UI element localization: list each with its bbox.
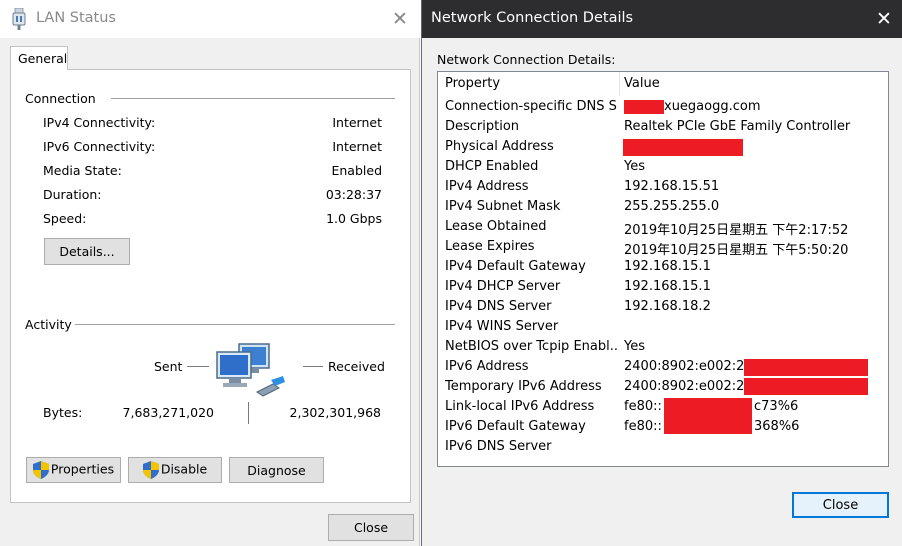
close-icon[interactable]: ✕ [866, 4, 902, 34]
value-cell[interactable]: 255.255.255.0 [624, 199, 719, 214]
value-cell-tail[interactable]: 368%6 [754, 419, 799, 434]
column-header-value[interactable]: Value [624, 76, 660, 91]
property-cell[interactable]: IPv6 DNS Server [445, 439, 617, 454]
redaction-box [624, 100, 664, 114]
property-cell[interactable]: Lease Expires [445, 239, 617, 254]
lan-status-titlebar[interactable]: LAN Status ✕ [0, 0, 420, 38]
value-cell[interactable]: fe80:: [624, 419, 662, 434]
ipv6-connectivity-value: Internet [332, 139, 382, 154]
close-icon[interactable]: ✕ [382, 4, 418, 34]
redaction-box [664, 398, 752, 434]
speed-label: Speed: [43, 211, 87, 226]
uac-shield-icon [142, 461, 159, 479]
details-close-button[interactable]: Close [792, 492, 889, 518]
value-cell[interactable]: 192.168.15.1 [624, 259, 711, 274]
diagnose-button[interactable]: Diagnose [229, 457, 324, 483]
ipv4-connectivity-value: Internet [332, 115, 382, 130]
redaction-box [623, 139, 743, 156]
property-cell[interactable]: Physical Address [445, 139, 617, 154]
window-title: Network Connection Details [431, 10, 634, 26]
activity-bytes-divider [248, 402, 249, 424]
sent-dash [187, 366, 209, 367]
uac-shield-icon [32, 461, 49, 479]
connection-heading: Connection [25, 91, 96, 106]
general-tab-panel: Connection IPv4 Connectivity: Internet I… [10, 69, 411, 503]
property-cell[interactable]: NetBIOS over Tcpip Enabl... [445, 339, 617, 354]
value-cell[interactable]: 2019年10月25日星期五 下午2:17:52 [624, 219, 848, 238]
value-cell[interactable]: 192.168.18.2 [624, 299, 711, 314]
value-cell[interactable]: xuegaogg.com [664, 99, 761, 114]
network-activity-icon [216, 343, 285, 397]
window-title: LAN Status [36, 10, 116, 26]
property-cell[interactable]: IPv4 WINS Server [445, 319, 617, 334]
media-state-label: Media State: [43, 163, 122, 178]
property-cell[interactable]: IPv4 Subnet Mask [445, 199, 617, 214]
value-cell[interactable]: 192.168.15.1 [624, 279, 711, 294]
value-cell[interactable]: Realtek PCIe GbE Family Controller [624, 119, 850, 134]
value-cell[interactable]: 192.168.15.51 [624, 179, 719, 194]
connection-divider [111, 98, 395, 99]
value-cell[interactable]: fe80:: [624, 399, 662, 414]
duration-value: 03:28:37 [325, 187, 382, 202]
activity-heading: Activity [25, 317, 72, 332]
details-list[interactable]: Property Value Connection-specific DNS S… [437, 71, 889, 467]
value-cell[interactable]: Yes [624, 339, 645, 354]
network-connection-details-window: Network Connection Details ✕ Network Con… [421, 0, 902, 546]
disable-button-label: Disable [160, 461, 208, 477]
property-cell[interactable]: Temporary IPv6 Address [445, 379, 617, 394]
property-cell[interactable]: Description [445, 119, 617, 134]
property-cell[interactable]: DHCP Enabled [445, 159, 617, 174]
column-header-property[interactable]: Property [445, 76, 500, 91]
bytes-received-value: 2,302,301,968 [289, 405, 381, 420]
details-button[interactable]: Details... [44, 238, 130, 265]
ipv6-connectivity-label: IPv6 Connectivity: [43, 139, 156, 154]
value-cell[interactable]: 2400:8902:e002:2b [624, 379, 753, 394]
ipv4-connectivity-label: IPv4 Connectivity: [43, 115, 156, 130]
activity-divider [75, 324, 395, 325]
value-cell[interactable]: 2400:8902:e002:2b [624, 359, 753, 374]
value-cell-tail[interactable]: c73%6 [754, 399, 798, 414]
properties-button[interactable]: Properties [26, 457, 121, 483]
speed-value: 1.0 Gbps [326, 211, 382, 226]
property-cell[interactable]: Link-local IPv6 Address [445, 399, 617, 414]
redaction-box [744, 378, 868, 395]
value-cell[interactable]: 2019年10月25日星期五 下午5:50:20 [624, 239, 848, 258]
media-state-value: Enabled [331, 163, 382, 178]
property-cell[interactable]: IPv4 DHCP Server [445, 279, 617, 294]
redaction-box [744, 359, 868, 376]
details-subtitle: Network Connection Details: [437, 52, 616, 67]
property-cell[interactable]: Connection-specific DNS S... [445, 99, 617, 114]
property-cell[interactable]: IPv6 Address [445, 359, 617, 374]
close-button[interactable]: Close [328, 514, 414, 541]
network-adapter-icon [12, 8, 26, 30]
disable-button[interactable]: Disable [128, 457, 222, 483]
details-titlebar[interactable]: Network Connection Details ✕ [422, 0, 902, 38]
value-cell[interactable]: Yes [624, 159, 645, 174]
property-cell[interactable]: Lease Obtained [445, 219, 617, 234]
property-cell[interactable]: IPv4 DNS Server [445, 299, 617, 314]
lan-status-window: LAN Status ✕ General Connection IPv4 Con… [0, 0, 420, 546]
column-separator[interactable] [619, 72, 620, 96]
property-cell[interactable]: IPv4 Address [445, 179, 617, 194]
received-label: Received [328, 359, 385, 374]
property-cell[interactable]: IPv4 Default Gateway [445, 259, 617, 274]
sent-label: Sent [154, 359, 183, 374]
properties-button-label: Properties [50, 461, 115, 477]
bytes-sent-value: 7,683,271,020 [122, 405, 214, 420]
tab-general[interactable]: General [10, 46, 68, 70]
duration-label: Duration: [43, 187, 102, 202]
received-dash [303, 366, 323, 367]
property-cell[interactable]: IPv6 Default Gateway [445, 419, 617, 434]
